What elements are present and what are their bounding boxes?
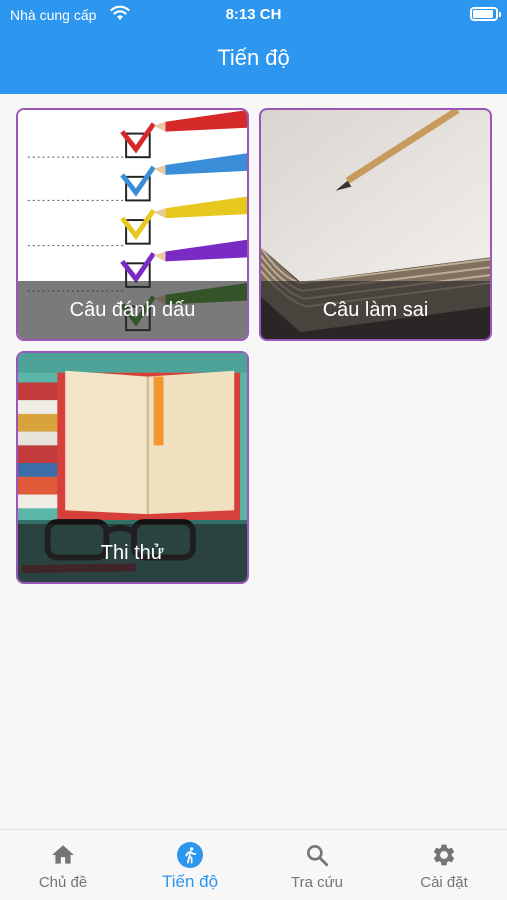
page-title: Tiến độ — [217, 45, 290, 70]
tab-settings[interactable]: Cài đặt — [381, 830, 507, 900]
search-icon — [307, 845, 329, 867]
home-icon — [52, 845, 74, 864]
status-time: 8:13 CH — [225, 6, 282, 23]
tile-wrong-answers[interactable]: Câu làm sai — [259, 108, 492, 341]
bottom-tab-bar: Chủ đề Tiến độ Tra cứu Cài đặt — [0, 829, 507, 900]
tile-label: Câu đánh dấu — [18, 281, 247, 339]
tab-label: Tra cứu — [291, 874, 343, 891]
app-bar: Nhà cung cấp 8:13 CH Tiến độ — [0, 0, 507, 94]
runner-icon — [177, 842, 203, 868]
tile-label: Câu làm sai — [261, 281, 490, 339]
tab-search[interactable]: Tra cứu — [254, 830, 380, 900]
tab-progress[interactable]: Tiến độ — [127, 830, 253, 900]
tile-mock-test[interactable]: Thi thử — [16, 351, 249, 584]
tab-label: Chủ đề — [38, 874, 88, 891]
tab-label: Tiến độ — [161, 872, 219, 891]
status-bar: Nhà cung cấp 8:13 CH — [0, 0, 507, 30]
tile-marked-questions[interactable]: Câu đánh dấu — [16, 108, 249, 341]
battery-icon — [470, 7, 501, 21]
gear-icon — [433, 844, 455, 866]
tab-topics[interactable]: Chủ đề — [0, 830, 126, 900]
tab-label: Cài đặt — [420, 874, 468, 891]
tile-label: Thi thử — [18, 524, 247, 582]
